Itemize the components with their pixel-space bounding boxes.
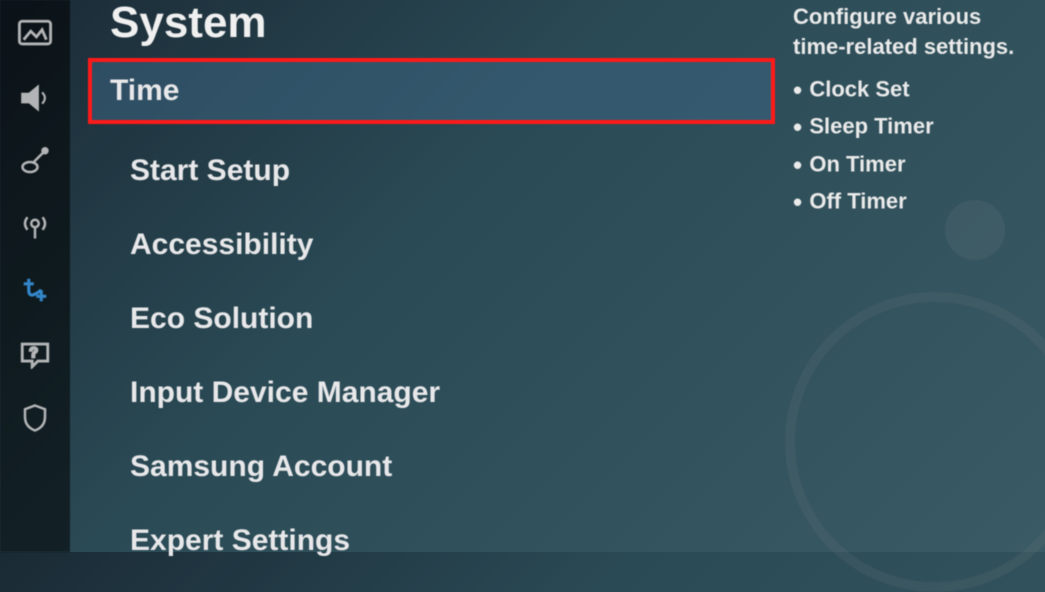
system-menu: Time Start Setup Accessibility Eco Solut… xyxy=(110,58,765,568)
menu-item-samsung-account[interactable]: Samsung Account xyxy=(110,440,765,494)
decorative-circle xyxy=(785,292,1045,592)
info-sub-list: Clock Set Sleep Timer On Timer Off Timer xyxy=(793,73,1031,219)
svg-text:?: ? xyxy=(30,345,38,361)
menu-item-eco-solution[interactable]: Eco Solution xyxy=(110,292,765,346)
main-panel: System Time Start Setup Accessibility Ec… xyxy=(70,0,785,552)
menu-item-input-device-manager[interactable]: Input Device Manager xyxy=(110,366,765,420)
privacy-icon[interactable] xyxy=(16,402,54,434)
info-panel: Configure various time-related settings.… xyxy=(785,0,1045,552)
broadcast-icon[interactable] xyxy=(16,146,54,178)
sound-icon[interactable] xyxy=(16,82,54,114)
page-title: System xyxy=(110,0,765,48)
settings-sidebar: ? xyxy=(0,0,70,552)
network-icon[interactable] xyxy=(16,210,54,242)
sub-item-clock-set: Clock Set xyxy=(793,73,1031,108)
sub-item-off-timer: Off Timer xyxy=(793,185,1031,220)
picture-icon[interactable] xyxy=(16,18,54,50)
menu-item-accessibility[interactable]: Accessibility xyxy=(110,218,765,272)
menu-item-start-setup[interactable]: Start Setup xyxy=(110,144,765,198)
system-icon[interactable] xyxy=(16,274,54,306)
support-icon[interactable]: ? xyxy=(16,338,54,370)
menu-item-expert-settings[interactable]: Expert Settings xyxy=(110,514,765,568)
info-description: Configure various time-related settings. xyxy=(793,2,1031,61)
sub-item-sleep-timer: Sleep Timer xyxy=(793,110,1031,145)
sub-item-on-timer: On Timer xyxy=(793,148,1031,183)
menu-item-time[interactable]: Time xyxy=(88,58,775,124)
